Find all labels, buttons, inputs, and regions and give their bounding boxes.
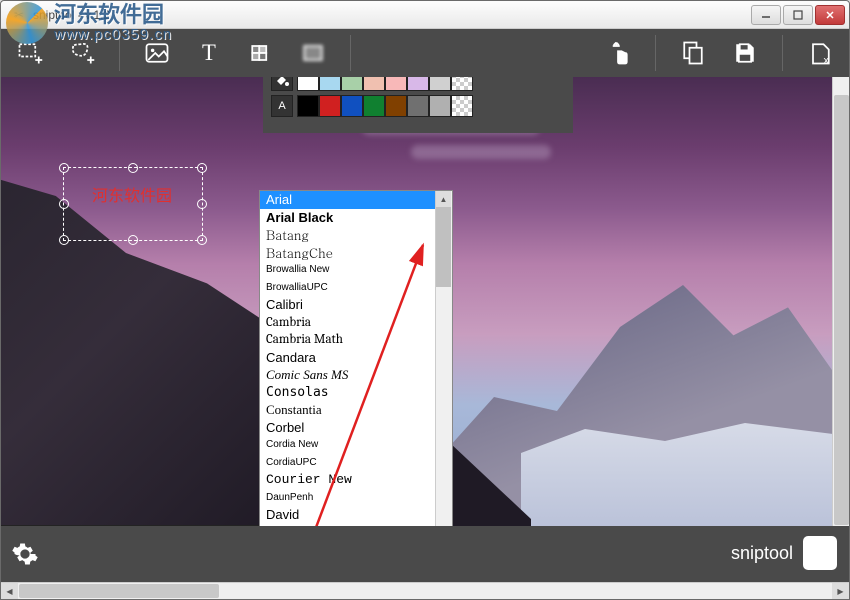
bg-color-swatch[interactable] <box>429 77 451 91</box>
bg-color-swatch[interactable] <box>363 77 385 91</box>
font-option[interactable]: Cambria <box>260 314 435 332</box>
font-option[interactable]: Batang <box>260 226 435 244</box>
font-option[interactable]: Courier New <box>260 471 435 489</box>
text-tool[interactable]: T <box>190 34 228 72</box>
bottom-bar: sniptool <box>1 526 849 582</box>
resize-handle[interactable] <box>128 235 138 245</box>
resize-handle[interactable] <box>197 235 207 245</box>
bg-color-swatch[interactable] <box>319 77 341 91</box>
fg-color-swatch[interactable] <box>341 95 363 117</box>
scrollbar-thumb[interactable] <box>19 584 219 598</box>
font-option[interactable]: Cambria Math <box>260 331 435 349</box>
brand: sniptool <box>731 536 837 570</box>
scrollbar-thumb[interactable] <box>834 95 849 525</box>
font-option[interactable]: CordiaUPC <box>260 454 435 472</box>
font-option[interactable]: Candara <box>260 349 435 367</box>
settings-button[interactable] <box>11 540 39 568</box>
font-dropdown-list[interactable]: ArialArial BlackBatangBatangCheBrowallia… <box>259 190 453 526</box>
bg-color-swatch[interactable] <box>385 77 407 91</box>
app-window: ✂ sniptool - v.1.2 T <box>0 0 850 600</box>
fg-color-swatch[interactable] <box>385 95 407 117</box>
font-option[interactable]: Calibri <box>260 296 435 314</box>
fg-color-swatch[interactable] <box>363 95 385 117</box>
font-option[interactable]: DaunPenh <box>260 489 435 507</box>
fg-color-swatch[interactable] <box>407 95 429 117</box>
font-option[interactable]: Consolas <box>260 384 435 402</box>
font-option[interactable]: BatangChe <box>260 244 435 262</box>
clear-button[interactable]: x <box>801 34 839 72</box>
close-button[interactable] <box>815 5 845 25</box>
resize-handle[interactable] <box>197 163 207 173</box>
scroll-left-button[interactable]: ◀ <box>1 583 18 599</box>
brand-logo <box>803 536 837 570</box>
horizontal-scrollbar[interactable]: ◀ ▶ <box>1 582 849 599</box>
watermark-logo <box>6 2 48 44</box>
watermark-text-cn: 河东软件园 <box>54 3 172 27</box>
scrollbar-thumb[interactable] <box>436 207 451 287</box>
toolbar-separator <box>782 35 783 71</box>
toolbar-separator <box>655 35 656 71</box>
font-option[interactable]: Corbel <box>260 419 435 437</box>
font-option[interactable]: Arial <box>260 191 435 209</box>
font-option[interactable]: DFKai-SB <box>260 524 435 527</box>
maximize-button[interactable] <box>783 5 813 25</box>
fg-color-swatch[interactable] <box>319 95 341 117</box>
scroll-up-button[interactable]: ▲ <box>436 191 451 207</box>
bg-color-swatch[interactable] <box>341 77 363 91</box>
font-option[interactable]: Cordia New <box>260 436 435 454</box>
copy-button[interactable] <box>674 34 712 72</box>
resize-handle[interactable] <box>59 199 69 209</box>
dropdown-scrollbar[interactable]: ▲ ▼ <box>435 191 452 526</box>
annotation-text[interactable]: 河东软件园 <box>64 168 202 206</box>
font-option[interactable]: Constantia <box>260 401 435 419</box>
blur-tool[interactable] <box>294 34 332 72</box>
page-watermark: 河东软件园 www.pc0359.cn <box>6 2 172 44</box>
fg-color-swatch[interactable] <box>451 95 473 117</box>
svg-text:x: x <box>824 55 830 67</box>
save-button[interactable] <box>726 34 764 72</box>
toolbar-separator <box>350 35 351 71</box>
bg-color-swatch[interactable] <box>297 77 319 91</box>
fg-color-swatch[interactable] <box>429 95 451 117</box>
pixelate-tool[interactable] <box>242 34 280 72</box>
text-color-icon[interactable]: A <box>271 95 293 117</box>
resize-handle[interactable] <box>59 235 69 245</box>
font-option[interactable]: Arial Black <box>260 209 435 227</box>
canvas-area: 河东软件园 X: 122 Y: 487 W: 111 H: 45 Arial ▼ <box>1 77 849 526</box>
move-tool[interactable] <box>599 34 637 72</box>
resize-handle[interactable] <box>197 199 207 209</box>
resize-handle[interactable] <box>59 163 69 173</box>
fill-color-icon[interactable] <box>271 77 293 91</box>
resize-handle[interactable] <box>128 163 138 173</box>
bg-color-swatch[interactable] <box>451 77 473 91</box>
fg-color-swatch[interactable] <box>297 95 319 117</box>
svg-text:T: T <box>202 40 216 65</box>
text-selection-box[interactable]: 河东软件园 <box>63 167 203 241</box>
font-option[interactable]: David <box>260 506 435 524</box>
font-option[interactable]: Comic Sans MS <box>260 366 435 384</box>
minimize-button[interactable] <box>751 5 781 25</box>
watermark-url: www.pc0359.cn <box>54 27 172 44</box>
font-option[interactable]: Browallia New <box>260 261 435 279</box>
text-color-row: A <box>271 95 565 117</box>
text-options-panel: Arial ▼ 16 ▼ A <box>263 77 573 133</box>
font-option[interactable]: BrowalliaUPC <box>260 279 435 297</box>
scroll-right-button[interactable]: ▶ <box>832 583 849 599</box>
bg-color-swatch[interactable] <box>407 77 429 91</box>
background-color-row <box>271 77 565 91</box>
brand-name: sniptool <box>731 543 793 564</box>
vertical-scrollbar[interactable] <box>832 77 849 526</box>
